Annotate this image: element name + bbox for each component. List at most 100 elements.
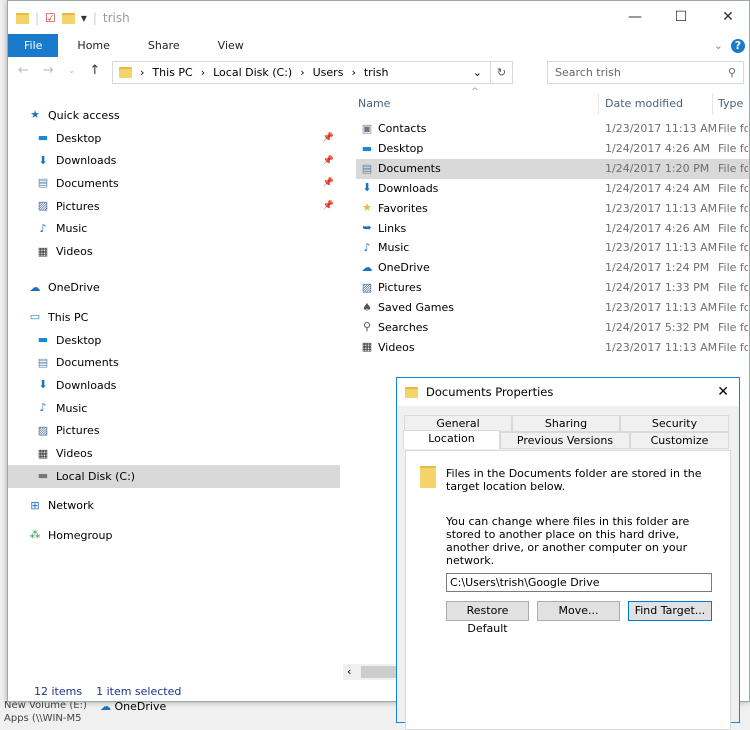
nav-item-music[interactable]: ♪ Music — [8, 397, 340, 420]
new-folder-icon[interactable] — [61, 12, 75, 24]
nav-item-desktop[interactable]: ▬ Desktop — [8, 329, 340, 352]
breadcrumb-trish[interactable]: trish — [364, 66, 389, 79]
file-name: OneDrive — [378, 261, 430, 275]
location-description: You can change where files in this folde… — [446, 515, 690, 567]
file-row[interactable]: ▤ Documents 1/24/2017 1:20 PM File folder — [356, 158, 749, 179]
nav-item-videos[interactable]: ▦ Videos — [8, 240, 340, 263]
expand-ribbon-icon[interactable]: ⌄ — [714, 39, 723, 52]
tab-home[interactable]: Home — [58, 34, 128, 57]
up-button[interactable]: ↑ — [89, 63, 100, 78]
nav-item-label: Homegroup — [48, 528, 113, 542]
desktop-icon: ▬ — [37, 131, 49, 145]
file-name: Desktop — [378, 142, 424, 156]
file-row[interactable]: ▦ Videos 1/23/2017 11:13 AMFile folder — [356, 337, 749, 357]
refresh-button[interactable]: ↻ — [490, 62, 512, 83]
column-date-modified[interactable]: Date modified — [605, 97, 683, 110]
file-row[interactable]: ♪ Music 1/23/2017 11:13 AMFile folder — [356, 238, 749, 258]
cloud-icon: ☁ — [29, 280, 41, 294]
nav-item-label: Videos — [56, 447, 93, 461]
title-bar: | ☑ ▾ | trish — ☐ ✕ — [8, 1, 749, 35]
dialog-close-button[interactable]: ✕ — [717, 384, 729, 400]
nav-item-pictures[interactable]: ▨ Pictures 📌 — [8, 195, 340, 218]
find-target-button[interactable]: Find Target... — [628, 601, 712, 621]
close-button[interactable]: ✕ — [713, 9, 743, 25]
file-type: File folder — [718, 142, 748, 156]
tab-share[interactable]: Share — [129, 34, 199, 57]
nav-item-music[interactable]: ♪ Music — [8, 218, 340, 241]
column-name[interactable]: Name — [358, 97, 390, 110]
nav-item-onedrive[interactable]: ☁ OneDrive — [8, 277, 340, 300]
customize-toolbar-icon[interactable]: ▾ — [81, 11, 87, 25]
file-row[interactable]: ▣ Contacts 1/23/2017 11:13 AMFile folder — [356, 119, 749, 139]
file-type: File folder — [718, 340, 748, 354]
nav-item-downloads[interactable]: ⬇ Downloads 📌 — [8, 149, 340, 172]
pin-icon[interactable]: 📌 — [323, 201, 334, 211]
address-dropdown-icon[interactable]: ⌄ — [473, 66, 482, 79]
file-row[interactable]: ⚲ Searches 1/24/2017 5:32 PM File folder — [356, 317, 749, 337]
nav-item-label: Music — [56, 222, 88, 236]
nav-item-desktop[interactable]: ▬ Desktop 📌 — [8, 127, 340, 150]
document-icon: ▤ — [361, 161, 373, 175]
tab-customize[interactable]: Customize — [630, 432, 729, 449]
breadcrumb-local-disk[interactable]: Local Disk (C:) — [213, 66, 292, 79]
restore-default-button[interactable]: Restore Default — [446, 601, 529, 635]
nav-item-videos[interactable]: ▦ Videos — [8, 442, 340, 465]
file-row[interactable]: ☁ OneDrive 1/24/2017 1:24 PM File folder — [356, 258, 749, 278]
contacts-icon: ▣ — [361, 121, 373, 135]
nav-item-quick-access[interactable]: ★ Quick access — [8, 104, 340, 127]
tab-file[interactable]: File — [8, 34, 59, 57]
nav-item-this-pc[interactable]: ▭ This PC — [8, 306, 340, 329]
nav-item-pictures[interactable]: ▨ Pictures — [8, 420, 340, 443]
pin-icon[interactable]: 📌 — [323, 178, 334, 188]
network-icon: ⊞ — [30, 498, 40, 512]
tab-security[interactable]: Security — [620, 415, 729, 432]
file-row[interactable]: ➥ Links 1/24/2017 4:26 AM File folder — [356, 218, 749, 238]
scroll-left-icon[interactable]: ‹ — [347, 665, 351, 678]
nav-item-homegroup[interactable]: ⁂ Homegroup — [8, 524, 340, 547]
recent-locations-button[interactable]: ⌄ — [68, 66, 76, 78]
move-button[interactable]: Move... — [537, 601, 620, 621]
search-icon: ⚲ — [362, 320, 372, 334]
horizontal-scrollbar[interactable]: ‹ — [343, 664, 403, 680]
column-type[interactable]: Type — [718, 97, 743, 110]
breadcrumb-users[interactable]: Users — [313, 66, 344, 79]
pin-icon[interactable]: 📌 — [323, 133, 334, 143]
file-row[interactable]: ⬇ Downloads 1/24/2017 4:24 AM File folder — [356, 179, 749, 199]
maximize-button[interactable]: ☐ — [666, 9, 696, 25]
search-input[interactable]: Search trish ⚲ — [547, 61, 744, 84]
properties-dialog: Documents Properties ✕ General Sharing S… — [396, 377, 740, 730]
file-name: Searches — [378, 320, 429, 334]
pin-icon[interactable]: 📌 — [323, 156, 334, 166]
file-row[interactable]: ★ Favorites 1/23/2017 11:13 AMFile folder — [356, 198, 749, 218]
nav-item-documents[interactable]: ▤ Documents 📌 — [8, 172, 340, 195]
star-icon: ★ — [30, 108, 40, 122]
file-date: 1/24/2017 4:24 AM — [605, 181, 711, 195]
help-icon[interactable]: ? — [731, 38, 745, 53]
tab-sharing[interactable]: Sharing — [512, 415, 620, 432]
properties-icon[interactable]: ☑ — [45, 11, 56, 25]
nav-item-label: Videos — [56, 245, 93, 259]
address-bar[interactable]: › This PC › Local Disk (C:) › Users › trish … — [112, 61, 513, 84]
nav-item-network[interactable]: ⊞ Network — [8, 494, 340, 517]
nav-item-local-disk-c[interactable]: ▬ Local Disk (C:) — [8, 464, 340, 488]
file-list: ▣Contacts1/23/2017 11:13 AMFile folder ▬ D… — [356, 119, 749, 357]
documents-folder-icon — [420, 466, 436, 488]
nav-item-downloads[interactable]: ⬇ Downloads — [8, 374, 340, 397]
column-header: ^ Name Date modified Type — [356, 87, 749, 115]
breadcrumb-this-pc[interactable]: This PC — [152, 66, 192, 79]
file-name: Favorites — [378, 201, 428, 215]
tab-view[interactable]: View — [199, 34, 263, 57]
file-row[interactable]: ▬ Desktop 1/24/2017 4:26 AM File folder — [356, 139, 749, 159]
minimize-button[interactable]: — — [620, 9, 650, 25]
forward-button[interactable]: → — [43, 63, 54, 78]
back-button[interactable]: ← — [18, 63, 29, 78]
tab-location[interactable]: Location — [403, 430, 500, 449]
favorites-icon: ★ — [362, 201, 372, 215]
desktop-icon: ▬ — [361, 141, 373, 155]
nav-item-label: Local Disk (C:) — [56, 469, 136, 483]
tab-previous-versions[interactable]: Previous Versions — [500, 432, 630, 449]
file-row[interactable]: ♠ Saved Games 1/23/2017 11:13 AMFile folde… — [356, 298, 749, 318]
file-row[interactable]: ▨ Pictures 1/24/2017 1:33 PM File folder — [356, 278, 749, 298]
location-path-input[interactable]: C:\Users\trish\Google Drive — [446, 573, 712, 592]
nav-item-documents[interactable]: ▤ Documents — [8, 351, 340, 374]
